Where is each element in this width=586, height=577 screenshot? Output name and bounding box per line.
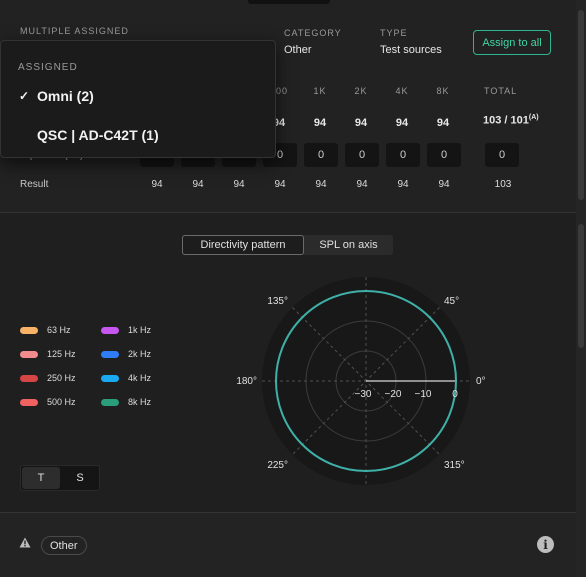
legend-swatch [101,398,119,406]
warning-icon [19,537,31,548]
view-toggle: T S [20,465,100,491]
dropdown-item-label: QSC | AD-C42T (1) [37,127,159,143]
level-value: 94 [436,117,450,129]
legend-item[interactable]: 250 Hz [20,373,76,383]
legend-label: 250 Hz [47,373,76,383]
tab-directivity-pattern[interactable]: Directivity pattern [182,235,304,255]
total-header: TOTAL [484,86,518,96]
legend-label: 4k Hz [128,373,152,383]
level-value: 94 [313,117,327,129]
legend-label: 500 Hz [47,397,76,407]
result-value: 94 [315,179,327,190]
column-header: 1K [313,86,327,96]
total-level: 103 / 101(A) [483,114,539,127]
column-header: 2K [354,86,368,96]
angle-label-45: 45° [444,296,459,307]
scrollbar-thumb[interactable] [578,10,584,200]
legend-item[interactable]: 63 Hz [20,325,71,335]
check-icon: ✓ [19,89,30,103]
column-header: 4K [395,86,409,96]
legend-item[interactable]: 500 Hz [20,397,76,407]
legend-item[interactable]: 2k Hz [101,349,151,359]
result-value: 94 [397,179,409,190]
legend-item[interactable]: 8k Hz [101,397,151,407]
equalizer-input[interactable]: 0 [345,143,379,167]
radial-label: −30 [355,389,372,400]
result-value: 94 [438,179,450,190]
result-value: 94 [151,179,163,190]
radial-label: −10 [415,389,432,400]
angle-label-315: 315° [444,460,465,471]
legend-swatch [20,326,38,334]
result-total: 103 [494,179,512,190]
result-value: 94 [233,179,245,190]
legend-swatch [101,374,119,382]
radial-label: −20 [385,389,402,400]
info-icon[interactable]: i [537,536,554,553]
result-value: 94 [192,179,204,190]
equalizer-input[interactable]: 0 [427,143,461,167]
total-level-value: 103 / 101 [483,114,529,127]
angle-label-0: 0° [476,376,486,387]
legend-swatch [20,350,38,358]
angle-label-135: 135° [267,296,288,307]
level-value: 94 [354,117,368,129]
legend-item[interactable]: 1k Hz [101,325,151,335]
result-label: Result [20,179,49,190]
result-value: 94 [274,179,286,190]
assign-to-all-button[interactable]: Assign to all [473,30,551,55]
legend-swatch [20,374,38,382]
multiple-assigned-label: MULTIPLE ASSIGNED [20,26,129,36]
dropdown-heading: ASSIGNED [18,62,78,73]
legend-item[interactable]: 125 Hz [20,349,76,359]
result-value: 94 [356,179,368,190]
directivity-polar-plot: −30 −20 −10 0 0° 45° 135° 180° 225° 315° [236,277,486,485]
legend-swatch [20,398,38,406]
legend-swatch [101,350,119,358]
legend-swatch [101,326,119,334]
dropdown-item-omni[interactable]: ✓ Omni (2) [1,81,277,111]
category-chip[interactable]: Other [41,536,87,555]
scrollbar-thumb[interactable] [578,224,584,348]
dropdown-item-qsc[interactable]: QSC | AD-C42T (1) [1,120,277,150]
equalizer-input[interactable]: 0 [304,143,338,167]
legend-label: 2k Hz [128,349,152,359]
level-value: 94 [395,117,409,129]
angle-label-180: 180° [236,376,257,387]
section-divider [0,212,576,213]
category-label: CATEGORY [284,28,342,38]
angle-label-225: 225° [267,460,288,471]
legend-item[interactable]: 4k Hz [101,373,151,383]
view-tabs: Directivity pattern SPL on axis [182,235,393,255]
legend-label: 125 Hz [47,349,76,359]
drag-handle[interactable] [248,0,330,4]
legend-label: 1k Hz [128,325,152,335]
legend-label: 63 Hz [47,325,71,335]
legend-label: 8k Hz [128,397,152,407]
tab-spl-on-axis[interactable]: SPL on axis [304,235,393,255]
category-value: Other [284,44,312,56]
toggle-t-button[interactable]: T [22,467,60,489]
dropdown-item-label: Omni (2) [37,88,94,104]
total-level-sup: (A) [528,114,539,121]
column-header: 8K [436,86,450,96]
equalizer-input[interactable]: 0 [386,143,420,167]
type-value: Test sources [380,44,442,56]
radial-label: 0 [452,389,458,400]
assigned-dropdown: ASSIGNED ✓ Omni (2) QSC | AD-C42T (1) [0,40,276,158]
type-label: TYPE [380,28,408,38]
toggle-s-button[interactable]: S [61,467,99,489]
equalizer-total-input[interactable]: 0 [485,143,519,167]
